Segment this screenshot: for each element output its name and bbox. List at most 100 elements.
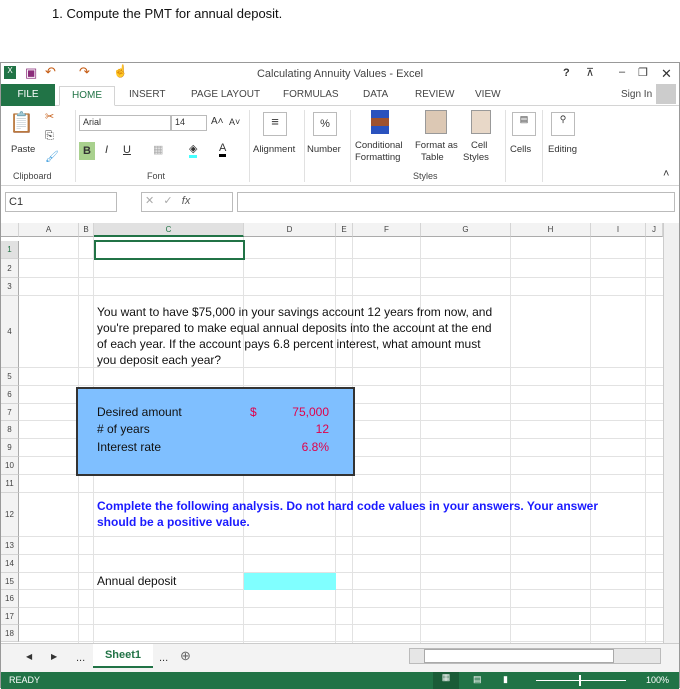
font-name-select[interactable]: Arial — [79, 115, 171, 131]
select-all-corner[interactable] — [1, 223, 19, 237]
row-header-13[interactable]: 13 — [1, 537, 19, 555]
find-icon[interactable]: ⚲ — [551, 112, 575, 136]
row-header-2[interactable]: 2 — [1, 259, 19, 278]
font-size-select[interactable]: 14 — [171, 115, 207, 131]
years-value[interactable]: 12 — [316, 422, 329, 436]
percent-icon[interactable]: % — [313, 112, 337, 136]
copy-icon[interactable]: ⎘ — [45, 130, 54, 143]
decrease-font-icon[interactable]: A˅ — [229, 117, 240, 127]
number-button[interactable]: Number — [307, 144, 341, 155]
tab-home[interactable]: HOME — [59, 86, 115, 106]
tab-page-layout[interactable]: PAGE LAYOUT — [191, 86, 260, 106]
horizontal-scrollbar[interactable] — [409, 648, 661, 664]
vertical-scrollbar[interactable] — [663, 223, 679, 643]
bold-button[interactable]: B — [79, 142, 95, 160]
conditional-formatting-label-2[interactable]: Formatting — [355, 152, 400, 163]
row-header-10[interactable]: 10 — [1, 457, 19, 475]
zoom-level[interactable]: 100% — [646, 675, 669, 685]
row-header-9[interactable]: 9 — [1, 439, 19, 457]
editing-button[interactable]: Editing — [548, 144, 577, 155]
row-header-7[interactable]: 7 — [1, 404, 19, 421]
column-header-f[interactable]: F — [353, 223, 421, 237]
column-header-b[interactable]: B — [79, 223, 94, 237]
underline-button[interactable]: U — [123, 144, 131, 156]
avatar[interactable] — [656, 84, 676, 104]
format-as-table-icon[interactable] — [425, 110, 447, 134]
cell-styles-label-2[interactable]: Styles — [463, 152, 489, 163]
annual-deposit-input[interactable] — [244, 573, 336, 590]
tab-view[interactable]: VIEW — [475, 86, 501, 106]
row-header-11[interactable]: 11 — [1, 475, 19, 493]
column-header-d[interactable]: D — [244, 223, 336, 237]
row-header-15[interactable]: 15 — [1, 573, 19, 590]
format-as-table-label[interactable]: Format as — [415, 140, 458, 151]
row-header-16[interactable]: 16 — [1, 590, 19, 608]
row-header-1[interactable]: 1 — [1, 241, 19, 259]
new-sheet-icon[interactable]: ⊕ — [180, 648, 191, 664]
tab-review[interactable]: REVIEW — [415, 86, 454, 106]
italic-button[interactable]: I — [105, 144, 108, 156]
format-as-table-label-2[interactable]: Table — [421, 152, 444, 163]
tab-formulas[interactable]: FORMULAS — [283, 86, 339, 106]
column-header-i[interactable]: I — [591, 223, 646, 237]
restore-button[interactable]: ❐ — [638, 66, 648, 79]
alignment-button[interactable]: Alignment — [253, 144, 295, 155]
row-header-6[interactable]: 6 — [1, 386, 19, 404]
fill-color-icon[interactable]: ◈ — [189, 142, 198, 158]
sheet-tab-sheet1[interactable]: Sheet1 — [93, 644, 153, 668]
rate-value[interactable]: 6.8% — [302, 440, 329, 454]
cell-styles-icon[interactable] — [471, 110, 491, 134]
clipboard-icon[interactable]: 📋 — [9, 110, 34, 135]
help-button[interactable]: ? — [563, 67, 570, 79]
page-break-view-icon[interactable]: ▮ — [503, 674, 508, 685]
conditional-formatting-icon[interactable] — [371, 110, 389, 134]
column-header-h[interactable]: H — [511, 223, 591, 237]
increase-font-icon[interactable]: A˄ — [211, 116, 224, 127]
format-painter-icon[interactable]: 🖌 — [45, 150, 59, 163]
collapse-ribbon-icon[interactable]: ˄ — [663, 168, 669, 180]
sign-in-link[interactable]: Sign In — [621, 86, 652, 106]
prev-sheet-icon[interactable]: ◀ — [26, 652, 32, 661]
tab-file[interactable]: FILE — [1, 84, 55, 106]
desired-amount-value[interactable]: 75,000 — [292, 405, 329, 419]
tab-insert[interactable]: INSERT — [129, 86, 166, 106]
normal-view-icon[interactable]: ▦ — [433, 672, 459, 689]
sheet-ellipsis-2[interactable]: ... — [159, 652, 168, 664]
column-header-g[interactable]: G — [421, 223, 511, 237]
zoom-slider[interactable] — [536, 675, 626, 686]
align-icon[interactable]: ≡ — [263, 112, 287, 136]
paste-button[interactable]: Paste — [11, 144, 35, 155]
font-color-icon[interactable]: A — [219, 142, 227, 157]
ribbon-display-button[interactable]: ⊼ — [586, 66, 594, 79]
sheet-ellipsis[interactable]: ... — [76, 652, 85, 664]
row-header-3[interactable]: 3 — [1, 278, 19, 296]
column-header-e[interactable]: E — [336, 223, 353, 237]
row-header-17[interactable]: 17 — [1, 608, 19, 625]
selected-cell-c1[interactable] — [94, 240, 245, 260]
spreadsheet-grid[interactable]: A B C D E F G H I J 1 2 3 4 5 6 7 8 9 10 11 12 13 14 15 16 17 18 You… — [1, 223, 679, 643]
cells-icon[interactable]: ▤ — [512, 112, 536, 136]
row-header-4[interactable]: 4 — [1, 296, 19, 368]
borders-icon[interactable]: ▦ — [153, 143, 163, 156]
tab-data[interactable]: DATA — [363, 86, 388, 106]
cells-button[interactable]: Cells — [510, 144, 531, 155]
row-header-12[interactable]: 12 — [1, 493, 19, 537]
enter-icon[interactable]: ✓ — [163, 195, 172, 207]
fx-icon[interactable]: fx — [182, 195, 191, 207]
formula-input[interactable] — [237, 192, 675, 212]
column-header-a[interactable]: A — [19, 223, 79, 237]
next-sheet-icon[interactable]: ▶ — [51, 652, 57, 661]
conditional-formatting-label[interactable]: Conditional — [355, 140, 403, 151]
close-button[interactable]: ✕ — [661, 66, 672, 82]
name-box[interactable]: C1 — [5, 192, 117, 212]
column-header-c[interactable]: C — [94, 223, 244, 237]
minimize-button[interactable]: – — [619, 66, 625, 78]
cut-icon[interactable]: ✂ — [45, 110, 54, 123]
cell-styles-label[interactable]: Cell — [471, 140, 487, 151]
row-header-8[interactable]: 8 — [1, 421, 19, 439]
column-header-j[interactable]: J — [646, 223, 663, 237]
row-header-5[interactable]: 5 — [1, 368, 19, 386]
row-header-14[interactable]: 14 — [1, 555, 19, 573]
page-layout-view-icon[interactable]: ▤ — [473, 674, 482, 685]
row-header-18[interactable]: 18 — [1, 625, 19, 642]
